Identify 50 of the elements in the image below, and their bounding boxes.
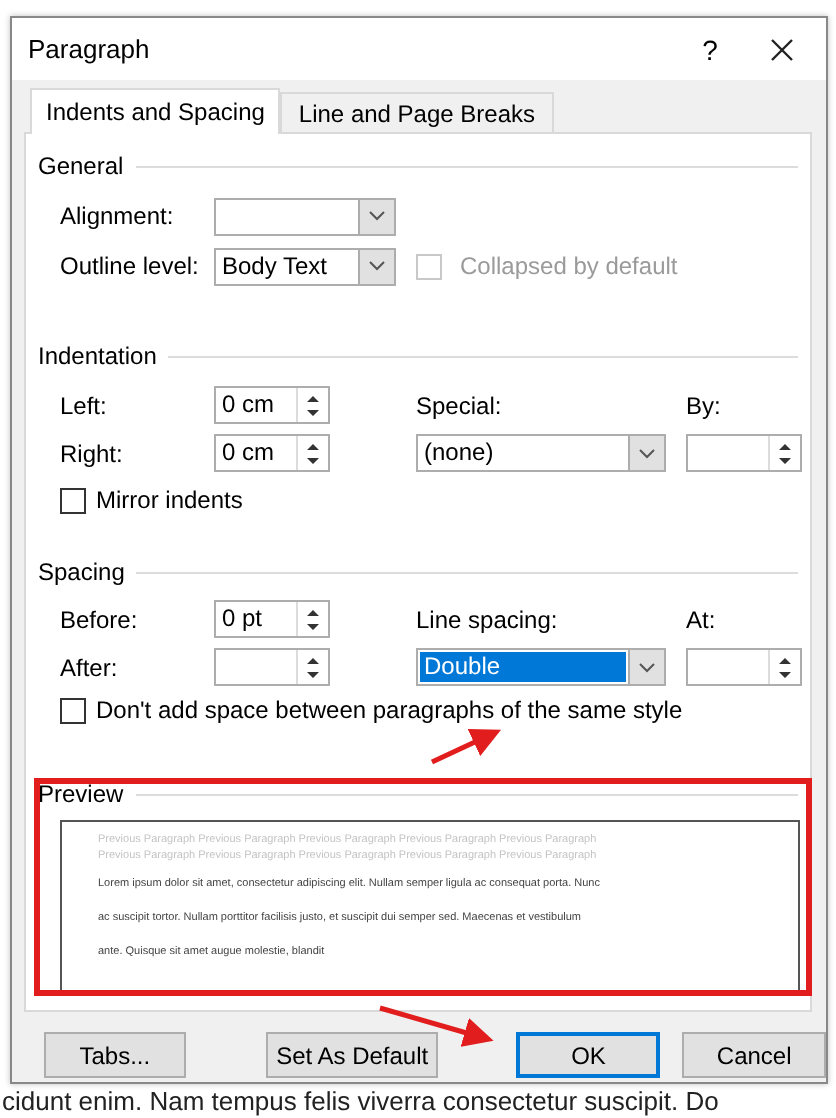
field-label: Before:	[60, 605, 140, 633]
caret-icon	[638, 447, 656, 459]
field-label: Special:	[416, 391, 504, 419]
field-label: Right:	[60, 439, 125, 467]
spin-arrows-icon[interactable]	[778, 653, 792, 681]
spin-arrows-icon[interactable]	[306, 605, 320, 633]
close-icon[interactable]	[770, 37, 794, 61]
help-button[interactable]: ?	[670, 33, 750, 65]
caret-icon	[368, 210, 386, 222]
field-label: Line spacing:	[416, 605, 560, 633]
spin-arrows-icon[interactable]	[306, 653, 320, 681]
field-label: After:	[60, 653, 120, 681]
spin-field[interactable]	[686, 648, 802, 686]
checkbox[interactable]	[60, 487, 86, 513]
field-label: Left:	[60, 391, 109, 419]
section-heading: Preview	[38, 780, 124, 808]
dropdown[interactable]: Double	[416, 648, 666, 686]
tab[interactable]: Line and Page Breaks	[280, 92, 554, 132]
dialog-button[interactable]: OK	[516, 1032, 661, 1078]
field-label: At:	[686, 605, 718, 633]
spin-field[interactable]: 0 cm	[214, 434, 330, 472]
spin-field[interactable]	[686, 434, 802, 472]
spin-field[interactable]	[214, 648, 330, 686]
dialog-button[interactable]: Cancel	[682, 1032, 826, 1078]
arrow-annotation	[379, 1005, 494, 1047]
spin-arrows-icon[interactable]	[306, 439, 320, 467]
spin-arrows-icon[interactable]	[778, 439, 792, 467]
spin-field[interactable]: 0 cm	[214, 386, 330, 424]
caret-icon	[638, 661, 656, 673]
window-title: Paragraph	[28, 34, 152, 64]
caret-icon	[368, 260, 386, 272]
dropdown[interactable]: Body Text	[214, 247, 396, 285]
dialog-button[interactable]: Set As Default	[265, 1032, 439, 1078]
field-label: Collapsed by default	[460, 252, 678, 280]
checkbox[interactable]	[60, 697, 86, 723]
dialog-button[interactable]: Tabs...	[44, 1032, 186, 1078]
field-label: Outline level:	[60, 252, 199, 280]
document-text: cidunt enim. Nam tempus felis viverra consectetur suscipit. Do	[2, 1086, 719, 1116]
field-label: Mirror indents	[96, 486, 243, 514]
dropdown[interactable]: (none)	[416, 434, 666, 472]
section-heading: Spacing	[38, 558, 125, 586]
field-label: By:	[686, 391, 723, 419]
section-heading: Indentation	[38, 342, 157, 370]
section-heading: General	[38, 152, 124, 180]
field-label: Don't add space between paragraphs of the same style	[96, 696, 683, 724]
field-label: Alignment:	[60, 202, 174, 230]
spin-arrows-icon[interactable]	[306, 391, 320, 419]
spin-field[interactable]: 0 pt	[214, 600, 330, 638]
tab[interactable]: Indents and Spacing	[30, 88, 281, 134]
arrow-annotation	[430, 728, 502, 765]
